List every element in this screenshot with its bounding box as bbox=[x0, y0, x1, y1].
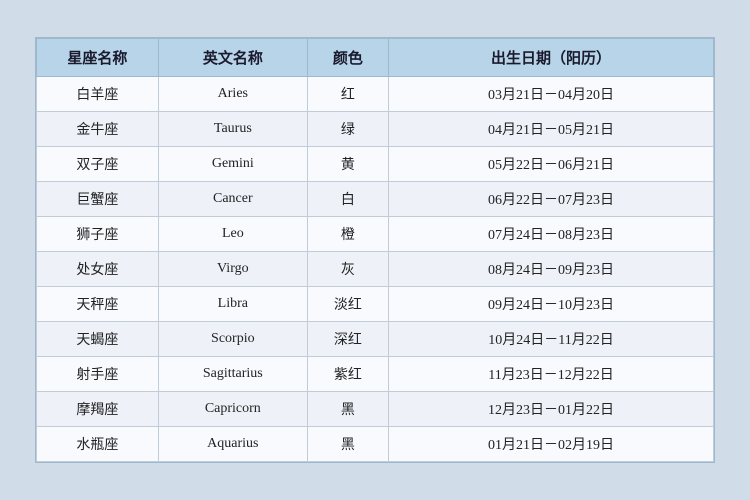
cell-english: Scorpio bbox=[158, 322, 307, 357]
cell-color: 红 bbox=[307, 77, 388, 112]
header-color: 颜色 bbox=[307, 39, 388, 77]
cell-color: 灰 bbox=[307, 252, 388, 287]
table-row: 天蝎座Scorpio深红10月24日－11月22日 bbox=[37, 322, 714, 357]
table-row: 巨蟹座Cancer白06月22日－07月23日 bbox=[37, 182, 714, 217]
header-chinese: 星座名称 bbox=[37, 39, 159, 77]
table-row: 天秤座Libra淡红09月24日－10月23日 bbox=[37, 287, 714, 322]
cell-chinese: 白羊座 bbox=[37, 77, 159, 112]
cell-color: 淡红 bbox=[307, 287, 388, 322]
cell-chinese: 射手座 bbox=[37, 357, 159, 392]
cell-chinese: 水瓶座 bbox=[37, 427, 159, 462]
table-row: 狮子座Leo橙07月24日－08月23日 bbox=[37, 217, 714, 252]
table-row: 金牛座Taurus绿04月21日－05月21日 bbox=[37, 112, 714, 147]
cell-color: 深红 bbox=[307, 322, 388, 357]
cell-english: Aquarius bbox=[158, 427, 307, 462]
cell-chinese: 双子座 bbox=[37, 147, 159, 182]
table-body: 白羊座Aries红03月21日－04月20日金牛座Taurus绿04月21日－0… bbox=[37, 77, 714, 462]
table-header-row: 星座名称 英文名称 颜色 出生日期（阳历） bbox=[37, 39, 714, 77]
cell-english: Gemini bbox=[158, 147, 307, 182]
cell-english: Taurus bbox=[158, 112, 307, 147]
cell-date: 08月24日－09月23日 bbox=[389, 252, 714, 287]
cell-color: 黑 bbox=[307, 427, 388, 462]
zodiac-table: 星座名称 英文名称 颜色 出生日期（阳历） 白羊座Aries红03月21日－04… bbox=[36, 38, 714, 462]
cell-date: 10月24日－11月22日 bbox=[389, 322, 714, 357]
table-row: 双子座Gemini黄05月22日－06月21日 bbox=[37, 147, 714, 182]
cell-color: 黑 bbox=[307, 392, 388, 427]
header-date: 出生日期（阳历） bbox=[389, 39, 714, 77]
cell-chinese: 摩羯座 bbox=[37, 392, 159, 427]
cell-chinese: 巨蟹座 bbox=[37, 182, 159, 217]
cell-english: Virgo bbox=[158, 252, 307, 287]
cell-chinese: 天蝎座 bbox=[37, 322, 159, 357]
cell-date: 09月24日－10月23日 bbox=[389, 287, 714, 322]
cell-color: 紫红 bbox=[307, 357, 388, 392]
table-row: 射手座Sagittarius紫红11月23日－12月22日 bbox=[37, 357, 714, 392]
cell-date: 12月23日－01月22日 bbox=[389, 392, 714, 427]
cell-date: 04月21日－05月21日 bbox=[389, 112, 714, 147]
cell-english: Leo bbox=[158, 217, 307, 252]
table-row: 处女座Virgo灰08月24日－09月23日 bbox=[37, 252, 714, 287]
cell-date: 06月22日－07月23日 bbox=[389, 182, 714, 217]
cell-english: Sagittarius bbox=[158, 357, 307, 392]
table-row: 摩羯座Capricorn黑12月23日－01月22日 bbox=[37, 392, 714, 427]
zodiac-table-container: 星座名称 英文名称 颜色 出生日期（阳历） 白羊座Aries红03月21日－04… bbox=[35, 37, 715, 463]
cell-date: 01月21日－02月19日 bbox=[389, 427, 714, 462]
cell-english: Aries bbox=[158, 77, 307, 112]
cell-chinese: 狮子座 bbox=[37, 217, 159, 252]
cell-color: 绿 bbox=[307, 112, 388, 147]
cell-chinese: 金牛座 bbox=[37, 112, 159, 147]
cell-date: 03月21日－04月20日 bbox=[389, 77, 714, 112]
cell-color: 黄 bbox=[307, 147, 388, 182]
cell-date: 05月22日－06月21日 bbox=[389, 147, 714, 182]
cell-date: 07月24日－08月23日 bbox=[389, 217, 714, 252]
cell-color: 橙 bbox=[307, 217, 388, 252]
cell-chinese: 天秤座 bbox=[37, 287, 159, 322]
cell-date: 11月23日－12月22日 bbox=[389, 357, 714, 392]
header-english: 英文名称 bbox=[158, 39, 307, 77]
cell-english: Libra bbox=[158, 287, 307, 322]
table-row: 白羊座Aries红03月21日－04月20日 bbox=[37, 77, 714, 112]
cell-english: Cancer bbox=[158, 182, 307, 217]
table-row: 水瓶座Aquarius黑01月21日－02月19日 bbox=[37, 427, 714, 462]
cell-color: 白 bbox=[307, 182, 388, 217]
cell-english: Capricorn bbox=[158, 392, 307, 427]
cell-chinese: 处女座 bbox=[37, 252, 159, 287]
